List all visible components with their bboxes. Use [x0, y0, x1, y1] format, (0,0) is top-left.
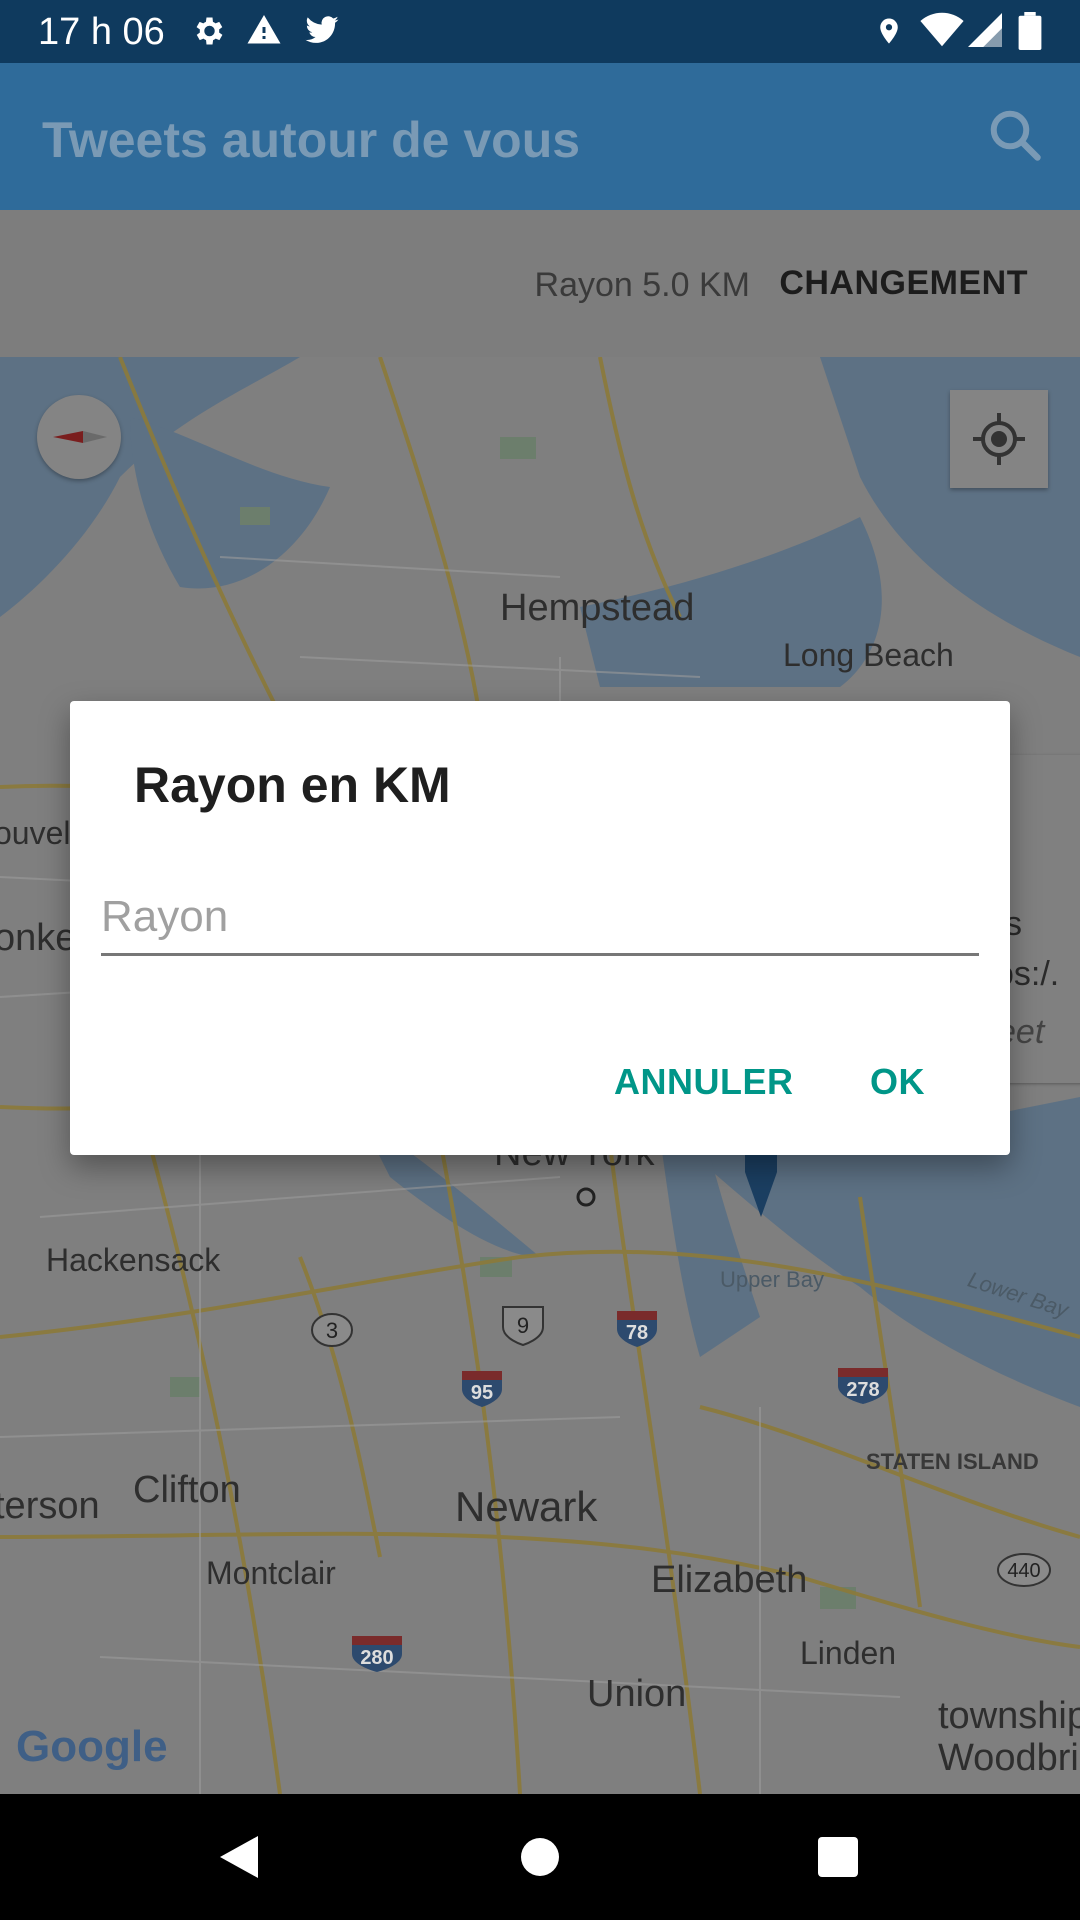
google-logo: Google: [16, 1722, 168, 1772]
map-label-union: Union: [587, 1673, 687, 1715]
interstate-280-label: 280: [360, 1647, 393, 1669]
map-label-montclair: Montclair: [206, 1555, 336, 1591]
navigation-bar: [0, 1794, 1080, 1920]
interstate-278-label: 278: [846, 1379, 879, 1401]
back-icon[interactable]: [216, 1832, 262, 1882]
signal-icon: [968, 13, 1002, 47]
map-label-clifton: Clifton: [133, 1469, 241, 1511]
tweet-info-window[interactable]: s os:/. eet: [995, 755, 1080, 1083]
us-9-shield-icon: 9: [502, 1306, 544, 1347]
google-logo-text: Google: [16, 1722, 168, 1771]
my-location-button[interactable]: [950, 390, 1048, 488]
map-label-woodbridge: Woodbric: [938, 1737, 1080, 1779]
radius-value-label: Rayon 5.0 KM: [534, 266, 750, 304]
interstate-78-shield-icon: 78: [617, 1311, 657, 1347]
change-radius-button[interactable]: CHANGEMENT: [779, 264, 1028, 303]
map-label-staten-island: STATEN ISLAND: [866, 1449, 1039, 1474]
warning-icon: [247, 15, 281, 44]
cancel-button[interactable]: ANNULER: [614, 1061, 794, 1103]
us-9-label: 9: [517, 1313, 529, 1338]
dialog-title: Rayon en KM: [134, 757, 451, 813]
route-3-label: 3: [326, 1318, 338, 1343]
location-icon: [880, 18, 898, 44]
status-bar: 17 h 06: [0, 0, 1080, 63]
map-label-yonkers: onke: [0, 917, 77, 959]
interstate-95-label: 95: [471, 1382, 493, 1404]
route-440-label: 440: [1007, 1560, 1040, 1582]
map-label-upper-bay: Upper Bay: [720, 1267, 824, 1292]
interstate-278-shield-icon: 278: [838, 1368, 888, 1404]
map-label-long-beach: Long Beach: [783, 637, 954, 673]
home-icon[interactable]: [520, 1832, 560, 1882]
interstate-78-label: 78: [626, 1322, 648, 1344]
my-location-icon: [973, 413, 1025, 465]
map-label-township: township: [938, 1695, 1080, 1737]
compass-button[interactable]: [37, 395, 121, 479]
wifi-icon: [920, 12, 964, 47]
gear-icon: [196, 17, 223, 45]
interstate-280-shield-icon: 280: [352, 1636, 402, 1672]
search-icon[interactable]: [985, 105, 1045, 165]
map-label-linden: Linden: [800, 1635, 897, 1671]
radius-input[interactable]: [101, 886, 979, 956]
map-label-hempstead: Hempstead: [500, 587, 695, 629]
radius-bar: Rayon 5.0 KM CHANGEMENT: [0, 210, 1080, 357]
ok-button[interactable]: OK: [870, 1061, 925, 1103]
battery-icon: [1018, 12, 1042, 50]
route-3-shield-icon: 3: [311, 1313, 353, 1347]
app-bar: Tweets autour de vous: [0, 63, 1080, 210]
map-label-nouvel: ouvel: [0, 815, 71, 851]
interstate-95-shield-icon: 95: [462, 1371, 502, 1407]
app-title: Tweets autour de vous: [42, 112, 581, 168]
route-440-shield-icon: 440: [997, 1553, 1051, 1587]
status-time: 17 h 06: [38, 11, 165, 53]
recents-icon[interactable]: [817, 1832, 859, 1882]
map-label-newark: Newark: [455, 1483, 598, 1530]
map-label-paterson: terson: [0, 1485, 100, 1527]
map-label-hackensack: Hackensack: [46, 1242, 221, 1278]
radius-dialog: Rayon en KM ANNULER OK: [70, 701, 1010, 1155]
map-label-elizabeth: Elizabeth: [651, 1559, 808, 1601]
compass-icon: [53, 431, 107, 443]
twitter-icon: [305, 16, 339, 43]
